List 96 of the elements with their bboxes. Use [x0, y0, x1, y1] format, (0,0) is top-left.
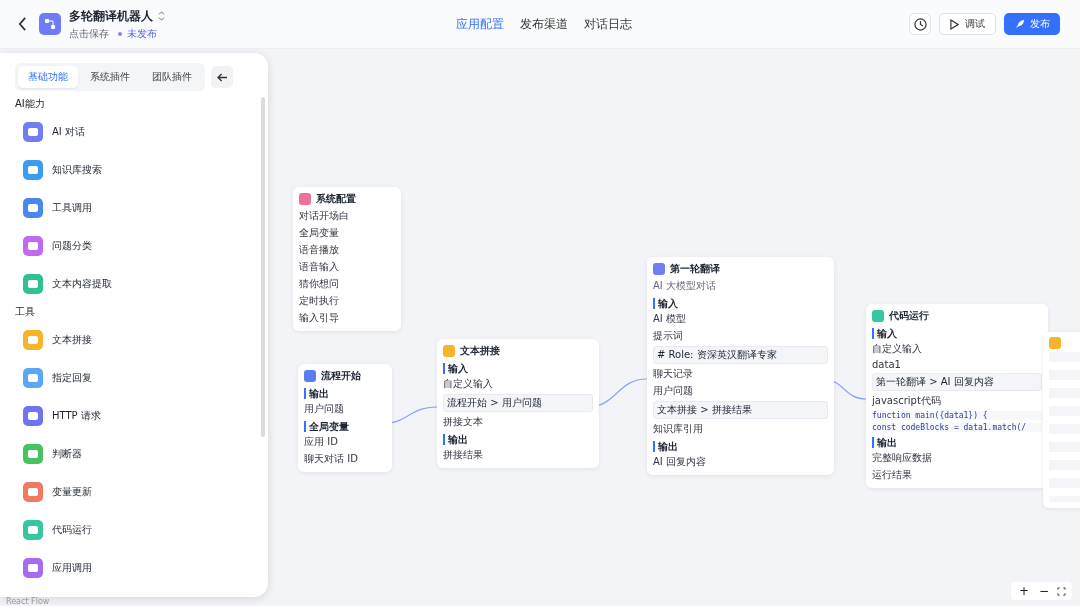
node-type-label: 工具调用 [52, 201, 92, 215]
node-type-item[interactable]: AI 对话 [15, 113, 256, 151]
workflow-node-card[interactable]: 文本拼接 输入 自定义输入 流程开始 > 用户问题 拼接文本 输出 拼接结果 [437, 339, 599, 468]
field-label: 输入引导 [299, 311, 340, 325]
field-label: 聊天记录 [653, 367, 694, 381]
node-type-label: HTTP 请求 [52, 409, 101, 423]
publish-button[interactable]: 发布 [1004, 13, 1060, 35]
field-label: AI 回复内容 [653, 455, 707, 469]
nav-tab[interactable]: 应用配置 [450, 14, 510, 35]
node-title: 代码运行 [889, 309, 929, 323]
node-type-label: AI 对话 [52, 125, 85, 139]
group-heading: 工具 [15, 305, 36, 319]
section-heading: 输入 [653, 298, 828, 309]
node-type-label: 文本内容提取 [52, 277, 112, 291]
field-label: AI 模型 [653, 312, 687, 326]
node-type-label: 应用调用 [52, 561, 92, 575]
debug-button[interactable]: 调试 [939, 13, 996, 35]
zoom-button[interactable]: − [1036, 584, 1051, 598]
field-label: 用户问题 [653, 384, 694, 398]
scrollbar[interactable] [261, 97, 265, 437]
collapse-button[interactable] [211, 66, 233, 88]
node-type-item[interactable]: 问题分类 [15, 227, 256, 265]
app-title: 多轮翻译机器人 [69, 7, 153, 25]
node-type-item[interactable]: 文本内容提取 [15, 265, 256, 303]
field-label: 语音输入 [299, 260, 340, 274]
attribution-text: React Flow [6, 597, 50, 606]
workflow-node-card[interactable]: 流程开始 输出 用户问题 全局变量 应用 ID 聊天对话 ID [298, 364, 392, 472]
node-type-item[interactable]: HTTP 请求 [15, 397, 256, 435]
field-label: 自定义输入 [443, 377, 494, 391]
node-type-item[interactable]: 变量更新 [15, 473, 256, 511]
node-type-item[interactable]: 文本拼接 [15, 321, 256, 359]
section-heading: 输出 [304, 388, 386, 399]
node-title: 第一轮翻译 [670, 262, 720, 276]
switch-caret-icon[interactable] [158, 11, 165, 21]
field-label: 全局变量 [299, 226, 340, 240]
field-label: 运行结果 [872, 468, 913, 482]
field-label: 知识库引用 [653, 422, 704, 436]
node-type-label: 知识库搜索 [52, 163, 102, 177]
app-icon [39, 13, 61, 35]
nav-tab[interactable]: 对话日志 [578, 14, 638, 35]
node-description: AI 大模型对话 [653, 279, 717, 293]
field-label: 定时执行 [299, 294, 340, 308]
field-label: 语音播放 [299, 243, 340, 257]
workflow-node-card[interactable]: 系统配置 对话开场白 全局变量 语音播放 语音输入 猜你想问 定时执行 输入引导 [293, 187, 401, 331]
section-heading: 输出 [443, 434, 593, 445]
node-title: 流程开始 [321, 369, 361, 383]
nav-tab[interactable]: 发布渠道 [514, 14, 574, 35]
back-icon[interactable] [18, 17, 27, 31]
value-field[interactable]: # Role: 资深英汉翻译专家 [653, 346, 828, 364]
save-hint: 点击保存 [69, 26, 109, 41]
field-label: 聊天对话 ID [304, 452, 359, 466]
node-type-label: 判断器 [52, 447, 82, 461]
publish-status: 未发布 [127, 26, 157, 41]
node-type-label: 文本拼接 [52, 333, 92, 347]
zoom-button[interactable]: + [1016, 584, 1031, 598]
field-label: 完整响应数据 [872, 451, 933, 465]
value-field[interactable]: 文本拼接 > 拼接结果 [653, 401, 828, 419]
fit-view-icon[interactable] [1057, 586, 1066, 596]
field-label: 猜你想问 [299, 277, 340, 291]
status-dot-icon [118, 31, 122, 36]
value-field[interactable]: 第一轮翻译 > AI 回复内容 [872, 373, 1042, 391]
node-type-item[interactable]: 知识库搜索 [15, 151, 256, 189]
node-type-label: 变量更新 [52, 485, 92, 499]
history-button[interactable] [909, 13, 931, 35]
node-type-item[interactable]: 判断器 [15, 435, 256, 473]
node-type-item[interactable]: 代码运行 [15, 511, 256, 549]
workflow-node-card[interactable]: 第一轮翻译 AI 大模型对话 输入 AI 模型 提示词 # Role: 资深英汉翻译专家 聊天记录 用户问题 文本拼接 > 拼接结果 知识库引用 输出 AI 回复内容 [647, 257, 834, 475]
clock-icon [913, 17, 927, 31]
field-label: javascript代码 [872, 394, 942, 408]
node-type-label: 指定回复 [52, 371, 92, 385]
field-label: 自定义输入 [872, 342, 923, 356]
node-type-item[interactable]: 工具调用 [15, 189, 256, 227]
field-label: 拼接结果 [443, 448, 484, 462]
section-heading: 全局变量 [304, 421, 386, 432]
value-field[interactable]: 流程开始 > 用户问题 [443, 394, 593, 412]
field-label: data1 [872, 359, 902, 370]
field-label: 提示词 [653, 329, 684, 343]
node-type-label: 问题分类 [52, 239, 92, 253]
group-heading: AI能力 [15, 97, 46, 111]
back-arrow-icon [216, 72, 228, 82]
field-label: 用户问题 [304, 402, 345, 416]
panel-tab[interactable]: 系统插件 [80, 66, 140, 88]
field-label: 应用 ID [304, 435, 339, 449]
node-title: 文本拼接 [460, 344, 500, 358]
node-title: 系统配置 [316, 192, 356, 206]
field-label: 对话开场白 [299, 209, 350, 223]
node-type-item[interactable]: 应用调用 [15, 549, 256, 587]
play-icon [950, 18, 959, 30]
section-heading: 输出 [653, 441, 828, 452]
node-type-item[interactable]: 指定回复 [15, 359, 256, 397]
panel-tab[interactable]: 基础功能 [18, 66, 78, 88]
panel-tab[interactable]: 团队插件 [142, 66, 202, 88]
section-heading: 输入 [443, 363, 593, 374]
workflow-node-card[interactable]: 代码运行 输入 自定义输入 data1 第一轮翻译 > AI 回复内容 javascript代码 function main({data1}) { const codeBlocks = data1.match(/ 输出 完整响应数据 运行结果 [866, 304, 1048, 488]
node-type-label: 代码运行 [52, 523, 92, 537]
field-label: 拼接文本 [443, 415, 484, 429]
